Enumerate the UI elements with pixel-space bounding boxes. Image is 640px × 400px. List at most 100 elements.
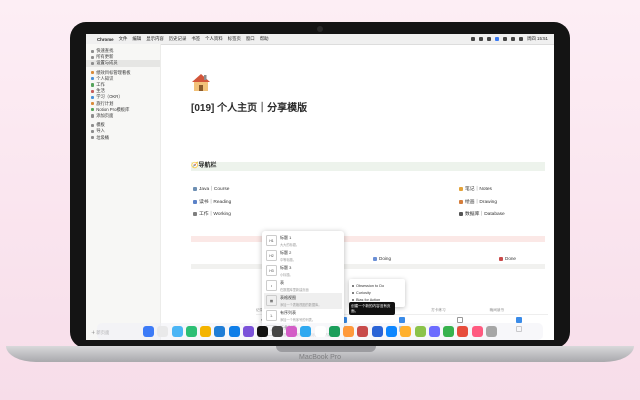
menu-item-table-view[interactable]: ▦ 表格视图 添加一个表格视图的数据库。 [264, 293, 342, 309]
wifi-icon[interactable] [503, 37, 507, 41]
section-divider [191, 264, 545, 269]
menu-bookmarks[interactable]: 书签 [191, 36, 200, 42]
sidebar: 快速查找 所有更新 设置与成员 绩效目标管理看板 个人知识 工作 生活 学习（O… [86, 44, 161, 340]
dock-app-icon[interactable] [200, 326, 212, 337]
gear-icon [91, 61, 95, 66]
dock-app-icon[interactable] [142, 326, 154, 337]
status-icon[interactable] [479, 37, 483, 41]
dock-app-icon[interactable] [271, 326, 283, 337]
book-icon [193, 186, 197, 191]
page-icon [91, 77, 95, 81]
clock-icon [91, 55, 95, 59]
dock-app-icon[interactable] [314, 326, 326, 337]
page-title[interactable]: [019] 个人主页｜分享模版 [191, 99, 307, 114]
menu-history[interactable]: 历史记录 [169, 36, 187, 42]
menu-file[interactable]: 文件 [119, 36, 128, 42]
dock [97, 323, 543, 340]
status-icon[interactable] [471, 37, 475, 41]
dock-app-icon[interactable] [228, 326, 240, 337]
control-center-icon[interactable] [519, 37, 523, 41]
page-icon [91, 71, 95, 75]
option-item[interactable]: Obsession to Do [352, 282, 402, 289]
dock-app-icon[interactable] [400, 326, 412, 337]
dock-app-icon[interactable] [371, 326, 383, 337]
table-icon: ▦ [266, 295, 277, 306]
page-icon [91, 83, 95, 87]
menu-view[interactable]: 显示内容 [146, 36, 164, 42]
dock-app-icon[interactable] [414, 326, 426, 337]
trash-icon [91, 135, 95, 140]
dock-app-icon[interactable] [457, 326, 469, 337]
template-icon [91, 123, 95, 127]
bullet-icon: • [266, 280, 277, 291]
dock-app-icon[interactable] [471, 326, 483, 337]
dock-app-icon[interactable] [185, 326, 197, 337]
house-icon[interactable] [191, 72, 211, 92]
dock-app-icon[interactable] [328, 326, 340, 337]
nav-link-database[interactable]: 数据库｜Database [459, 210, 505, 217]
page-content: [019] 个人主页｜分享模版 🧭导航栏 Java｜Course 笔记｜Note… [161, 44, 554, 340]
import-icon [91, 129, 95, 133]
screen: Chrome 文件 编辑 显示内容 历史记录 书签 个人资料 标签页 窗口 帮助… [86, 34, 554, 340]
active-app-name[interactable]: Chrome [97, 37, 114, 42]
pencil-icon [459, 186, 463, 191]
nav-link-java[interactable]: Java｜Course [193, 185, 229, 192]
dock-app-icon[interactable] [443, 326, 455, 337]
heading-icon: H2 [266, 250, 277, 261]
menu-window[interactable]: 窗口 [246, 36, 255, 42]
menu-tabs[interactable]: 标签页 [228, 36, 241, 42]
tooltip: 创建一个新的内容没有页面。 [349, 302, 395, 315]
hash-icon [459, 211, 463, 216]
clock[interactable]: 周四 15:51 [527, 36, 548, 42]
search-icon [91, 49, 95, 53]
dock-app-icon[interactable] [243, 326, 255, 337]
menu-item-heading-2[interactable]: H2 标题 2 中等标题。 [264, 248, 342, 264]
menu-item-table[interactable]: • 表在数据库里新建页面 [264, 278, 342, 294]
column-header[interactable]: 晚间读书 [490, 308, 548, 314]
car-icon [499, 256, 503, 261]
bullet-icon [352, 284, 354, 287]
page-icon [91, 102, 95, 106]
dock-app-icon[interactable] [157, 326, 169, 337]
dock-app-icon[interactable] [428, 326, 440, 337]
nav-heading[interactable]: 🧭导航栏 [191, 162, 545, 171]
page-icon [91, 108, 95, 112]
status-doing[interactable]: Doing [373, 256, 391, 261]
plus-icon [91, 114, 95, 118]
dock-app-icon[interactable] [300, 326, 312, 337]
heading-icon: H3 [266, 265, 277, 276]
dock-app-icon[interactable] [214, 326, 226, 337]
option-item[interactable]: Curiosity [352, 289, 402, 296]
heading-icon: H1 [266, 235, 277, 246]
sidebar-item-trash[interactable]: 垃圾桶 [86, 134, 160, 140]
status-icon[interactable] [487, 37, 491, 41]
dock-app-icon[interactable] [486, 326, 498, 337]
column-header[interactable]: 打卡练习 [431, 308, 489, 314]
search-icon[interactable] [511, 37, 515, 41]
page-icon [91, 95, 95, 99]
briefcase-icon [193, 211, 197, 216]
menu-item-heading-3[interactable]: H3 标题 3 小标题。 [264, 263, 342, 279]
menu-edit[interactable]: 编辑 [132, 36, 141, 42]
bullet-icon [352, 298, 354, 301]
nav-link-reading[interactable]: 读书｜Reading [193, 198, 231, 205]
dock-app-icon[interactable] [257, 326, 269, 337]
dock-app-icon[interactable] [285, 326, 297, 337]
dock-app-icon[interactable] [385, 326, 397, 337]
progress-icon [373, 256, 377, 261]
brand-label: MacBook Pro [298, 354, 342, 361]
menu-profile[interactable]: 个人资料 [205, 36, 223, 42]
dock-app-icon[interactable] [343, 326, 355, 337]
status-done[interactable]: Done [499, 256, 516, 261]
nav-link-notes[interactable]: 笔记｜Notes [459, 185, 492, 192]
nav-link-drawing[interactable]: 绘画｜Drawing [459, 198, 497, 205]
menu-item-numbered-list[interactable]: 1. 有序列表 添加一个有序号的列表。 [264, 308, 342, 324]
menu-item-heading-1[interactable]: H1 标题 1 大大的标题。 [264, 233, 342, 249]
dock-app-icon[interactable] [171, 326, 183, 337]
bullet-icon [352, 291, 354, 294]
menu-help[interactable]: 帮助 [260, 36, 269, 42]
pin-icon[interactable] [495, 37, 499, 41]
dock-app-icon[interactable] [357, 326, 369, 337]
numbered-list-icon: 1. [266, 310, 277, 321]
nav-link-working[interactable]: 工作｜Working [193, 210, 231, 217]
